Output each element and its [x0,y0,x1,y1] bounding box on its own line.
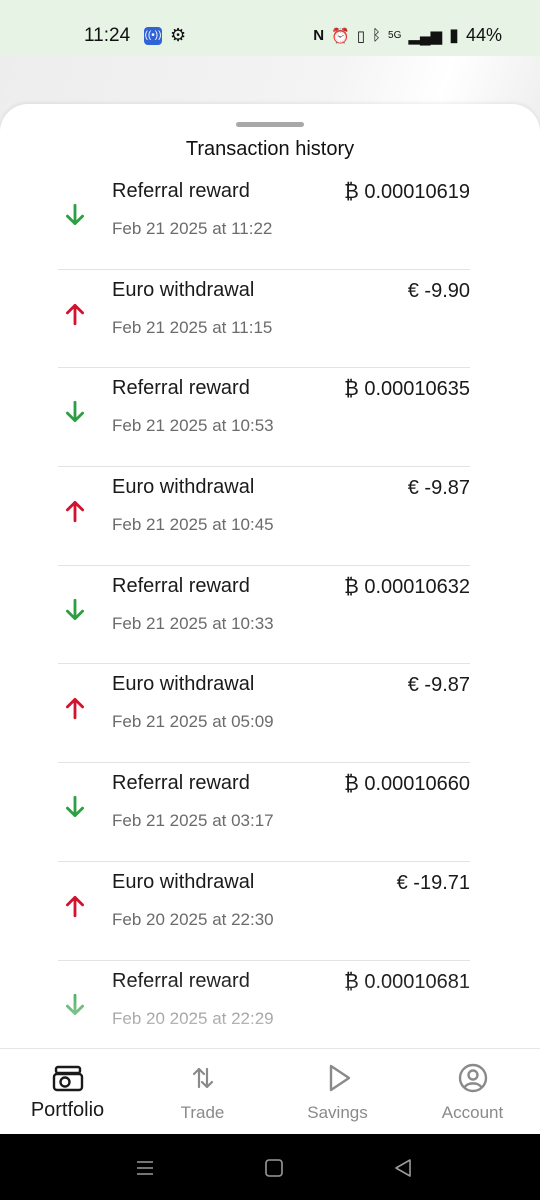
transaction-date: Feb 21 2025 at 05:09 [112,712,274,732]
transaction-row[interactable]: Referral reward Feb 21 2025 at 03:17 ₿ 0… [0,762,540,861]
gear-icon: ⚙ [170,25,187,45]
alarm-icon: ⏰ [331,27,350,45]
nav-savings[interactable]: Savings [270,1049,405,1134]
sheet-title: Transaction history [185,138,355,160]
transaction-title: Referral reward [112,377,250,400]
system-nav-bar [0,1134,540,1200]
account-icon [458,1063,487,1093]
transaction-title: Referral reward [112,574,250,597]
transaction-amount: ₿ 0.00010619 [343,181,470,203]
transaction-list: Referral reward Feb 21 2025 at 11:22 ₿ 0… [0,170,540,1048]
transaction-date: Feb 20 2025 at 22:30 [112,909,274,929]
transaction-amount: ₿ 0.00010635 [343,378,470,401]
arrow-down-icon [66,993,84,1015]
transaction-title: Referral reward [112,772,250,795]
transaction-amount: ₿ 0.00010632 [343,575,470,598]
status-icons: N ⏰ ▯ ᛒ 5G ▂▄▆ ▮ 44% [313,25,502,46]
arrow-down-icon [66,795,84,818]
status-time: 11:24 [84,25,131,46]
battery-percent: 44% [465,25,502,45]
nav-trade[interactable]: Trade [135,1049,270,1134]
transaction-row[interactable]: Referral reward Feb 21 2025 at 10:33 ₿ 0… [0,564,540,664]
transaction-date: Feb 21 2025 at 10:53 [112,416,274,436]
transaction-amount: ₿ 0.00010681 [343,970,470,993]
transaction-date: Feb 21 2025 at 11:22 [112,219,273,238]
transaction-amount: ₿ 0.00010660 [343,773,470,796]
status-bar: 11:24 ((•)) ⚙ N ⏰ ▯ ᛒ 5G ▂▄▆ ▮ 44% [0,0,540,56]
transaction-title: Referral reward [112,180,250,202]
nav-label-portfolio: Portfolio [30,1099,105,1121]
arrow-down-icon [66,401,84,423]
arrow-up-icon [66,895,84,917]
transaction-amount: € -9.87 [407,477,470,500]
transaction-title: Euro withdrawal [112,870,255,893]
signal-icon: ▂▄▆ [408,27,443,45]
nav-account[interactable]: Account [405,1049,540,1134]
vibrate-icon: ▯ [356,27,365,45]
nfc-icon: N [313,27,325,44]
transaction-amount: € -9.90 [407,279,470,302]
transaction-row[interactable]: Euro withdrawal Feb 21 2025 at 10:45 € -… [0,466,540,565]
trade-icon [192,1067,213,1089]
arrow-up-icon [66,303,84,325]
transaction-row[interactable]: Referral reward Feb 20 2025 at 22:29 ₿ 0… [0,959,540,1049]
transaction-date: Feb 21 2025 at 11:15 [112,317,273,337]
transaction-amount: € -9.87 [407,674,470,697]
transaction-date: Feb 20 2025 at 22:29 [112,1008,274,1028]
arrow-up-icon [66,698,84,720]
transaction-row[interactable]: Euro withdrawal Feb 21 2025 at 11:15 € -… [0,268,540,368]
transaction-amount: € -19.71 [396,871,470,894]
nav-label-account: Account [441,1103,504,1122]
drag-handle[interactable] [236,122,304,127]
cast-notification-icon: ((•)) [144,27,162,45]
menu-icon[interactable] [133,1156,157,1180]
transaction-date: Feb 21 2025 at 10:33 [112,613,274,633]
battery-icon: ▮ [449,25,459,45]
network-label: 5G [388,30,402,41]
arrow-down-icon [66,203,84,226]
transaction-date: Feb 21 2025 at 03:17 [112,811,274,831]
nav-portfolio[interactable]: Portfolio [0,1049,135,1134]
bluetooth-icon: ᛒ [372,27,382,44]
transaction-row[interactable]: Referral reward Feb 21 2025 at 11:22 ₿ 0… [0,170,540,269]
nav-label-trade: Trade [180,1103,225,1122]
portfolio-icon [52,1065,83,1092]
savings-icon [329,1064,350,1092]
transaction-title: Referral reward [112,969,250,992]
back-icon[interactable] [391,1156,415,1180]
transaction-row[interactable]: Euro withdrawal Feb 20 2025 at 22:30 € -… [0,860,540,960]
bottom-nav: Portfolio Trade Savings Account [0,1048,540,1134]
arrow-down-icon [66,598,84,620]
transaction-row[interactable]: Referral reward Feb 21 2025 at 10:53 ₿ 0… [0,367,540,466]
home-icon[interactable] [262,1156,286,1180]
transaction-title: Euro withdrawal [112,278,255,301]
transaction-row[interactable]: Euro withdrawal Feb 21 2025 at 05:09 € -… [0,663,540,762]
transaction-date: Feb 21 2025 at 10:45 [112,515,274,535]
transaction-title: Euro withdrawal [112,673,255,696]
transaction-history-sheet: Transaction history Referral reward Feb … [0,104,540,1048]
arrow-up-icon [66,500,84,523]
transaction-title: Euro withdrawal [112,476,255,499]
nav-label-savings: Savings [307,1103,368,1122]
